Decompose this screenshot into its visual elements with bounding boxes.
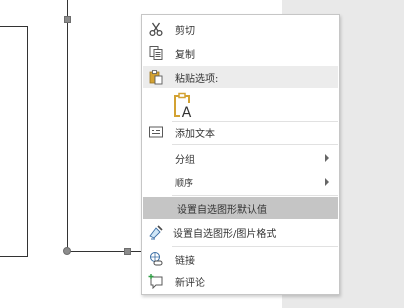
menu-item-group[interactable]: 分组 [143, 147, 338, 169]
menu-item-label: 复制 [175, 49, 195, 61]
menu-item-copy[interactable]: 复制 [143, 42, 338, 64]
slide-border-top [0, 26, 27, 27]
menu-item-label: 链接 [175, 255, 195, 267]
menu-section-paste-options: 粘贴选项: [143, 66, 338, 88]
menu-item-link[interactable]: 链接 [143, 248, 338, 270]
submenu-arrow-icon [325, 154, 329, 162]
resize-handle-bottom[interactable] [124, 248, 131, 255]
menu-item-order[interactable]: 顺序 [143, 171, 338, 193]
scissors-icon [148, 21, 164, 37]
menu-section-label: 粘贴选项: [175, 73, 219, 85]
slide-border-bottom [0, 256, 28, 257]
link-icon [148, 251, 164, 267]
menu-item-format-shape[interactable]: 设置自选图形/图片格式 [143, 221, 338, 243]
menu-item-cut[interactable]: 剪切 [143, 18, 338, 40]
menu-item-label: 新评论 [175, 277, 205, 289]
context-menu: 剪切 复制 粘贴选项: A 添加文本 分组 顺序 设置自选图形默认值 设置自选图… [141, 14, 340, 295]
format-shape-icon [148, 224, 164, 240]
add-text-icon [148, 124, 164, 140]
menu-item-set-default-shape[interactable]: 设置自选图形默认值 [143, 197, 338, 219]
menu-item-label: 分组 [175, 154, 195, 166]
menu-separator [172, 195, 338, 196]
menu-item-label: 设置自选图形/图片格式 [173, 228, 277, 240]
svg-text:A: A [182, 105, 192, 120]
submenu-arrow-icon [325, 178, 329, 186]
menu-item-label: 顺序 [175, 178, 194, 189]
menu-item-label: 添加文本 [175, 128, 215, 140]
blank-icon-slot [148, 150, 164, 166]
blank-icon-slot [148, 200, 164, 216]
paste-keep-text-only-icon[interactable]: A [173, 92, 195, 121]
copy-icon [148, 45, 164, 61]
menu-separator [172, 144, 338, 145]
paste-icon [148, 69, 164, 85]
resize-handle-left[interactable] [64, 16, 71, 23]
menu-item-label: 剪切 [175, 25, 195, 37]
slide-border-right [27, 26, 28, 256]
menu-item-add-text[interactable]: 添加文本 [143, 121, 338, 143]
menu-item-new-comment[interactable]: 新评论 [143, 270, 338, 292]
menu-separator [172, 246, 338, 247]
blank-icon-slot [148, 174, 164, 190]
new-comment-icon [148, 273, 164, 289]
resize-handle-bottom-left[interactable] [63, 247, 71, 255]
shape-outline-left [67, 0, 68, 251]
menu-item-label: 设置自选图形默认值 [177, 204, 267, 216]
